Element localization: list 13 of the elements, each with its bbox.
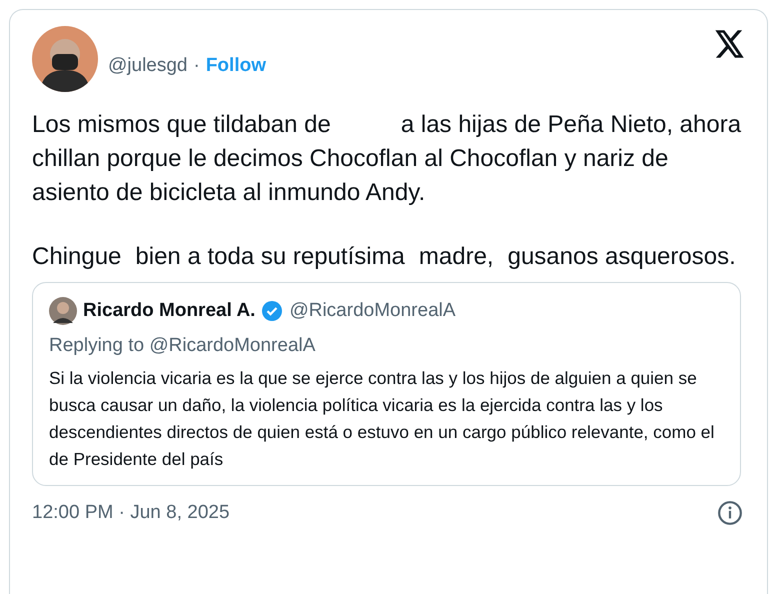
tweet-text: Los mismos que tildaban de a las hijas de Peña Nieto, ahora chillan porque le decimos Chocoflan al Chocoflan y nariz de asiento de bicicleta al inmundo Andy. (32, 110, 742, 208)
author-handle: @RicardoMonrealA (289, 300, 456, 322)
separator-dot: · (194, 55, 200, 77)
quoted-tweet-card[interactable] (32, 282, 741, 486)
timestamp: 12:00 PM · Jun 8, 2025 (32, 502, 230, 524)
x-logo-icon[interactable] (715, 30, 745, 58)
tweet-text: Chingue bien a toda su reputísima madre, gusanos asquerosos. (32, 242, 737, 272)
info-icon[interactable] (717, 500, 743, 526)
replying-to-text: Replying to @RicardoMonrealA (49, 335, 316, 357)
user-handle: @julesgd (108, 55, 188, 77)
quoted-tweet-text: Si la violencia vicaria es la que se ejerce contra las y los hijos de alguien a quien se busca causar un daño, la violencia política vicaria es la ejercida contra las y los descendientes directos de quien está o estuvo en un cargo público relevante, como el de Presidente del país (49, 367, 716, 471)
author-name: Ricardo Monreal A. (83, 300, 256, 322)
follow-link[interactable]: Follow (206, 55, 266, 77)
